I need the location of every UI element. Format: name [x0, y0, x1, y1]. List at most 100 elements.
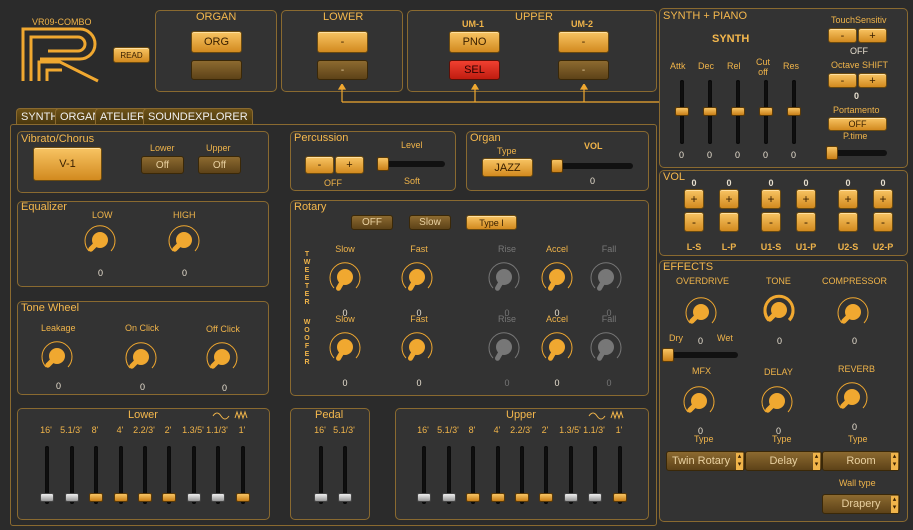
touch-minus-button[interactable]: - [828, 28, 857, 43]
offclick-knob[interactable] [204, 339, 240, 375]
vibrato-type-button[interactable]: V-1 [33, 147, 102, 181]
rotary-param-label: Fall [601, 244, 617, 254]
vol-plus-button[interactable]: + [796, 189, 816, 209]
lower-select-button[interactable]: - [317, 31, 368, 53]
vol-plus-button[interactable]: + [873, 189, 893, 209]
tone-knob[interactable] [761, 292, 797, 328]
drawbar-slider[interactable] [211, 446, 225, 504]
drawbar-slider[interactable] [564, 446, 578, 504]
synth-env-slider[interactable] [675, 80, 689, 144]
pno-button[interactable]: PNO [449, 31, 500, 53]
leakage-knob[interactable] [39, 338, 75, 374]
chevron-down-icon: ▴ ▾ [736, 453, 743, 470]
vol-minus-button[interactable]: - [838, 212, 858, 232]
um2-empty-button[interactable]: - [558, 60, 609, 80]
delay-select[interactable]: Delay ▴ ▾ [745, 451, 822, 471]
rotary-type-button[interactable]: Type I [466, 215, 517, 230]
pedal-drawbar-title: Pedal [315, 409, 344, 421]
reverb-select[interactable]: Room ▴ ▾ [822, 451, 900, 471]
vibrato-upper-button[interactable]: Off [198, 156, 241, 174]
onclick-knob[interactable] [123, 339, 159, 375]
synth-env-slider[interactable] [759, 80, 773, 144]
wall-type-select[interactable]: Drapery ▴ ▾ [822, 494, 900, 514]
rotary-tweeter-knob[interactable] [399, 259, 435, 295]
vol-minus-button[interactable]: - [796, 212, 816, 232]
drawbar-slider[interactable] [40, 446, 54, 504]
drawbar-slider[interactable] [442, 446, 456, 504]
drawbar-slider[interactable] [162, 446, 176, 504]
drawbar-slider[interactable] [613, 446, 627, 504]
octave-minus-button[interactable]: - [828, 73, 857, 88]
mfx-select[interactable]: Twin Rotary ▴ ▾ [666, 451, 745, 471]
touch-plus-button[interactable]: + [858, 28, 887, 43]
portamento-button[interactable]: OFF [828, 117, 887, 131]
drawbar-slider[interactable] [236, 446, 250, 504]
rotary-tweeter-knob[interactable] [327, 259, 363, 295]
drawbar-slider[interactable] [65, 446, 79, 504]
rotary-woofer-knob[interactable] [486, 329, 522, 365]
tab-soundexplorer[interactable]: SOUNDEXPLORER [143, 108, 253, 124]
rotary-param-label: Accel [545, 314, 568, 324]
vol-minus-button[interactable]: - [684, 212, 704, 232]
rotary-tweeter-knob[interactable] [588, 259, 624, 295]
pedal-drawbar-slider[interactable] [314, 446, 328, 504]
vol-plus-button[interactable]: + [838, 189, 858, 209]
delay-knob[interactable] [759, 383, 795, 419]
percussion-plus-button[interactable]: + [335, 156, 364, 174]
vibrato-lower-button[interactable]: Off [141, 156, 184, 174]
eq-low-knob[interactable] [82, 222, 118, 258]
lower-empty-button[interactable]: - [317, 60, 368, 80]
drawbar-slider[interactable] [89, 446, 103, 504]
vol-plus-button[interactable]: + [719, 189, 739, 209]
synth-env-slider[interactable] [731, 80, 745, 144]
um2-select-button[interactable]: - [558, 31, 609, 53]
vol-plus-button[interactable]: + [761, 189, 781, 209]
percussion-minus-button[interactable]: - [305, 156, 334, 174]
drawbar-slider[interactable] [588, 446, 602, 504]
sel-button[interactable]: SEL [449, 60, 500, 80]
vol-plus-button[interactable]: + [684, 189, 704, 209]
compressor-knob[interactable] [835, 294, 871, 330]
eq-high-knob[interactable] [166, 222, 202, 258]
synth-env-slider[interactable] [787, 80, 801, 144]
rotary-woofer-knob[interactable] [327, 329, 363, 365]
tab-atelier[interactable]: ATELIER [95, 108, 151, 124]
drawbar-slider[interactable] [515, 446, 529, 504]
drawbar-slider[interactable] [539, 446, 553, 504]
percussion-level-slider[interactable] [377, 157, 445, 171]
drawbar-slider[interactable] [187, 446, 201, 504]
organ-type-button[interactable]: JAZZ [482, 158, 533, 177]
rotary-tweeter-knob[interactable] [486, 259, 522, 295]
vol-value: 0 [726, 178, 732, 188]
drawbar-slider[interactable] [138, 446, 152, 504]
rotary-param-value: 0 [504, 378, 510, 388]
read-button[interactable]: READ [113, 47, 150, 63]
ptime-slider[interactable] [826, 146, 887, 160]
rotary-tweeter-knob[interactable] [539, 259, 575, 295]
drawbar-slider[interactable] [466, 446, 480, 504]
overdrive-knob[interactable] [683, 294, 719, 330]
vol-minus-button[interactable]: - [873, 212, 893, 232]
org-empty-button[interactable] [191, 60, 242, 80]
rotary-woofer-knob[interactable] [539, 329, 575, 365]
drawbar-slider[interactable] [114, 446, 128, 504]
reverb-knob[interactable] [834, 379, 870, 415]
chevron-down-icon: ▴ ▾ [891, 496, 898, 513]
drywet-slider[interactable] [662, 348, 738, 362]
drawbar-slider[interactable] [491, 446, 505, 504]
rotary-woofer-knob[interactable] [399, 329, 435, 365]
mfx-knob[interactable] [681, 383, 717, 419]
cutoff-label: Cut off [756, 57, 771, 77]
rotary-param-value: 0 [342, 378, 348, 388]
rotary-off-button[interactable]: OFF [351, 215, 393, 230]
rotary-slow-button[interactable]: Slow [409, 215, 451, 230]
synth-env-slider[interactable] [703, 80, 717, 144]
rotary-woofer-knob[interactable] [588, 329, 624, 365]
pedal-drawbar-slider[interactable] [338, 446, 352, 504]
org-button[interactable]: ORG [191, 31, 242, 53]
drawbar-slider[interactable] [417, 446, 431, 504]
vol-minus-button[interactable]: - [761, 212, 781, 232]
octave-plus-button[interactable]: + [858, 73, 887, 88]
vol-minus-button[interactable]: - [719, 212, 739, 232]
organ-vol-slider[interactable] [551, 159, 633, 173]
